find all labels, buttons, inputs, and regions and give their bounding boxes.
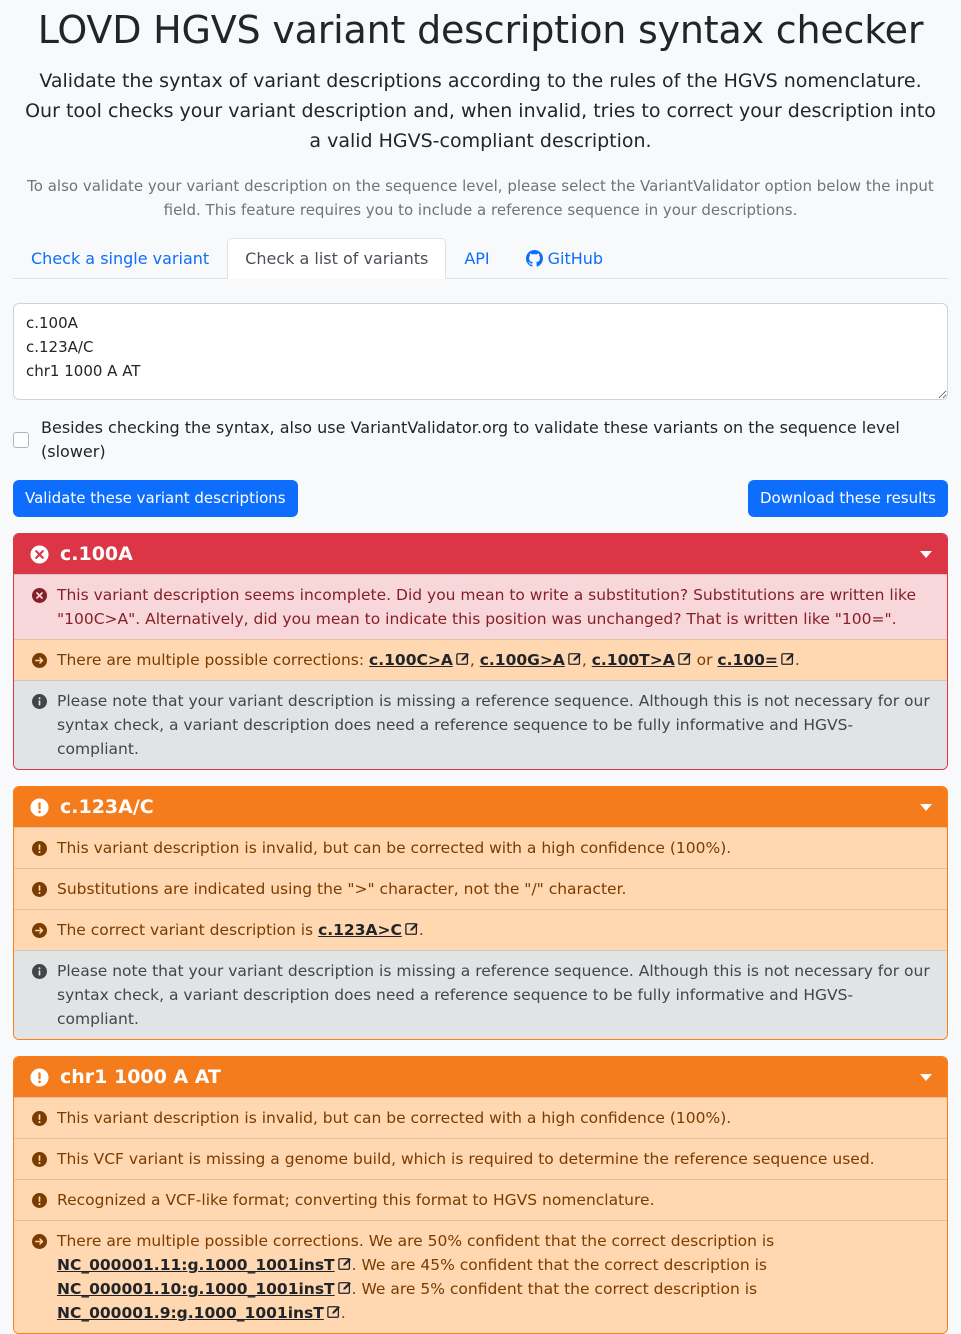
separator: . (418, 921, 424, 939)
result-message: Substitutions are indicated using the ">… (14, 868, 947, 909)
result-message: Please note that your variant descriptio… (14, 950, 947, 1039)
message-text: There are multiple possible corrections:… (57, 648, 800, 672)
edit-icon[interactable] (337, 1257, 352, 1271)
message-prefix: There are multiple possible corrections.… (57, 1232, 775, 1250)
edit-icon[interactable] (405, 922, 419, 936)
info-circle-icon (32, 964, 47, 979)
arrow-right-circle-icon (32, 923, 47, 938)
message-text: Substitutions are indicated using the ">… (57, 880, 627, 898)
result-message: There are multiple possible corrections.… (14, 1220, 947, 1333)
suggestion-link[interactable]: c.100T>A (592, 651, 675, 669)
separator: . (340, 1304, 346, 1322)
suggestion-link[interactable]: c.100G>A (480, 651, 565, 669)
x-circle-icon (32, 588, 47, 603)
tab-label: API (464, 248, 490, 268)
result-header[interactable]: chr1 1000 A AT (14, 1057, 947, 1097)
suggestion-link[interactable]: NC_000001.9:g.1000_1001insT (57, 1304, 324, 1322)
message-connector: . We are 45% confident that the correct … (351, 1256, 767, 1274)
tab-list-of-variants[interactable]: Check a list of variants (227, 238, 447, 279)
result-message: Recognized a VCF-like format; converting… (14, 1179, 947, 1220)
exclamation-circle-icon (32, 1111, 47, 1126)
variantvalidator-label[interactable]: Besides checking the syntax, also use Va… (41, 416, 948, 464)
message-text: This VCF variant is missing a genome bui… (57, 1150, 875, 1168)
result-title: c.123A/C (60, 796, 154, 818)
arrow-right-circle-icon (32, 653, 47, 668)
result-header[interactable]: c.100A (14, 534, 947, 574)
variantvalidator-option: Besides checking the syntax, also use Va… (13, 416, 948, 464)
exclamation-circle-icon (32, 841, 47, 856)
message-text: This variant description seems incomplet… (57, 586, 916, 628)
result-title: chr1 1000 A AT (60, 1066, 221, 1088)
separator: , (469, 651, 480, 669)
tab-single-variant[interactable]: Check a single variant (13, 238, 227, 278)
message-prefix: The correct variant description is (57, 921, 319, 939)
exclamation-circle-icon (32, 1193, 47, 1208)
message-connector: . We are 5% confident that the correct d… (351, 1280, 758, 1298)
suggestion-link[interactable]: c.100C>A (369, 651, 453, 669)
info-circle-icon (32, 694, 47, 709)
tab-api[interactable]: API (446, 238, 507, 278)
tab-label: Check a single variant (31, 248, 210, 268)
github-icon (525, 250, 543, 267)
suggestion-link[interactable]: c.123A>C (318, 921, 402, 939)
edit-icon[interactable] (781, 652, 795, 666)
exclamation-circle-icon (30, 1067, 49, 1087)
tab-bar: Check a single variant Check a list of v… (13, 238, 948, 279)
result-title: c.100A (60, 543, 133, 565)
edit-icon[interactable] (568, 652, 582, 666)
edit-icon[interactable] (327, 1305, 341, 1319)
download-button[interactable]: Download these results (747, 480, 948, 517)
result-message: This variant description is invalid, but… (14, 1097, 947, 1138)
page-title: LOVD HGVS variant description syntax che… (37, 8, 924, 52)
edit-icon[interactable] (456, 652, 470, 666)
exclamation-circle-icon (32, 882, 47, 897)
result-card: c.123A/C This variant description is inv… (13, 786, 948, 1040)
suggestion-link[interactable]: NC_000001.10:g.1000_1001insT (57, 1280, 335, 1298)
variantvalidator-checkbox[interactable] (13, 432, 29, 448)
validate-button[interactable]: Validate these variant descriptions (13, 480, 298, 517)
tab-label: GitHub (547, 248, 604, 268)
x-circle-icon (30, 544, 49, 564)
caret-down-icon[interactable] (919, 1070, 933, 1084)
message-text: This variant description is invalid, but… (57, 1109, 732, 1127)
message-text: The correct variant description is c.123… (57, 918, 424, 942)
caret-down-icon[interactable] (919, 800, 933, 814)
sequence-level-note: To also validate your variant descriptio… (27, 177, 934, 219)
variants-input[interactable] (13, 303, 948, 400)
suggestion-link[interactable]: NC_000001.11:g.1000_1001insT (57, 1256, 335, 1274)
result-message: This variant description is invalid, but… (14, 827, 947, 868)
suggestion-link[interactable]: c.100= (717, 651, 777, 669)
result-card: c.100A This variant description seems in… (13, 533, 948, 770)
message-text: This variant description is invalid, but… (57, 839, 732, 857)
exclamation-circle-icon (30, 797, 49, 817)
arrow-right-circle-icon (32, 1234, 47, 1249)
separator: , (581, 651, 592, 669)
result-message: There are multiple possible corrections:… (14, 639, 947, 680)
message-text: There are multiple possible corrections.… (57, 1229, 931, 1325)
result-message: This variant description seems incomplet… (14, 574, 947, 639)
message-text: Please note that your variant descriptio… (57, 692, 930, 758)
separator: or (691, 651, 718, 669)
message-text: Recognized a VCF-like format; converting… (57, 1191, 655, 1209)
tab-github[interactable]: GitHub (508, 238, 621, 278)
tab-label: Check a list of variants (245, 249, 429, 268)
exclamation-circle-icon (32, 1152, 47, 1167)
page-lead: Validate the syntax of variant descripti… (25, 70, 936, 152)
result-message: The correct variant description is c.123… (14, 909, 947, 950)
result-message: Please note that your variant descriptio… (14, 680, 947, 769)
edit-icon[interactable] (337, 1281, 352, 1295)
message-prefix: There are multiple possible corrections: (57, 651, 370, 669)
caret-down-icon[interactable] (919, 547, 933, 561)
result-message: This VCF variant is missing a genome bui… (14, 1138, 947, 1179)
edit-icon[interactable] (677, 652, 692, 666)
result-card: chr1 1000 A AT This variant description … (13, 1056, 948, 1334)
separator: . (794, 651, 800, 669)
result-header[interactable]: c.123A/C (14, 787, 947, 827)
message-text: Please note that your variant descriptio… (57, 962, 930, 1028)
